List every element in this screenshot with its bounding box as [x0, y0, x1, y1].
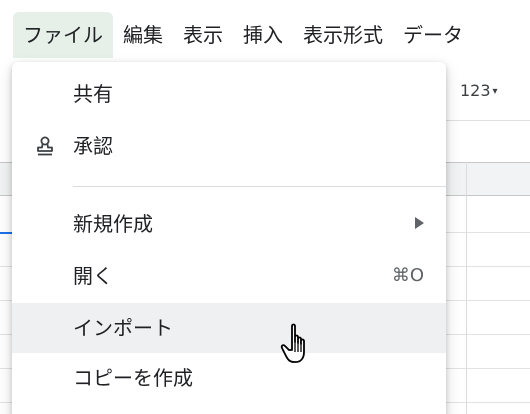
menu-bar: ファイル 編集 表示 挿入 表示形式 データ	[0, 12, 530, 58]
menu-data[interactable]: データ	[393, 12, 473, 58]
menu-format[interactable]: 表示形式	[293, 12, 393, 58]
menu-item-label: インポート	[73, 316, 173, 340]
title-strip	[0, 0, 530, 12]
menu-separator	[73, 186, 446, 187]
stamp-icon	[34, 135, 56, 157]
dropdown-arrow-icon: ▾	[492, 85, 498, 97]
menu-item-share[interactable]: 共有	[12, 69, 446, 119]
menu-insert[interactable]: 挿入	[233, 12, 293, 58]
menu-item-label: 共有	[73, 82, 113, 106]
menu-item-open[interactable]: 開く ⌘O	[12, 251, 446, 301]
file-menu-dropdown: 共有 承認 新規作成 開く ⌘O インポート コピーを作成	[12, 62, 446, 414]
number-format-label: 123	[460, 80, 491, 100]
toolbar-right: 123 ▾	[446, 64, 530, 116]
menu-item-make-copy[interactable]: コピーを作成	[12, 353, 446, 403]
menu-view[interactable]: 表示	[173, 12, 233, 58]
menu-item-approval[interactable]: 承認	[12, 121, 446, 171]
menu-file[interactable]: ファイル	[13, 12, 113, 58]
column-divider	[466, 162, 467, 414]
menu-item-new[interactable]: 新規作成	[12, 199, 446, 249]
hand-pointer-cursor-icon	[280, 322, 320, 368]
shortcut-label: ⌘O	[391, 265, 424, 286]
app-window: ファイル 編集 表示 挿入 表示形式 データ 123 ▾ 共有 承認 新規作成 …	[0, 0, 530, 414]
toolbar-bottom-rule	[446, 120, 530, 121]
number-format-button[interactable]: 123 ▾	[460, 81, 498, 100]
menu-item-import[interactable]: インポート	[12, 303, 446, 353]
menu-item-label: 開く	[73, 264, 113, 288]
submenu-arrow-icon	[415, 217, 424, 229]
menu-item-label: 承認	[73, 134, 113, 158]
menu-edit[interactable]: 編集	[113, 12, 173, 58]
menu-item-label: 新規作成	[73, 212, 153, 236]
selection-accent	[0, 232, 12, 234]
menu-item-label: コピーを作成	[73, 366, 193, 390]
